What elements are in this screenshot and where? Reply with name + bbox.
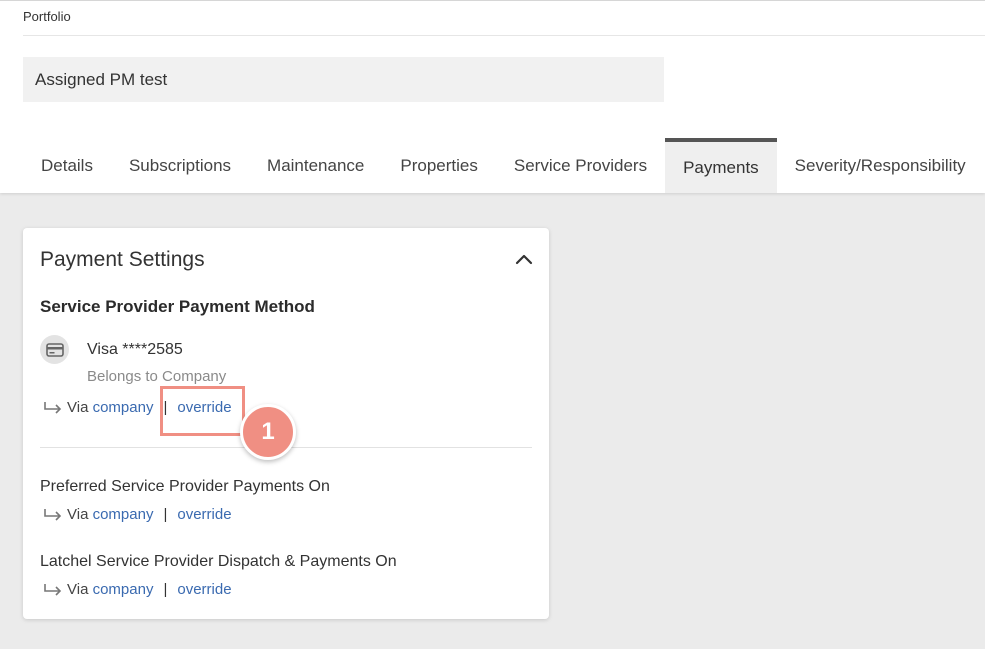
payment-method-name: Visa ****2585 xyxy=(87,341,183,358)
tab-service-providers[interactable]: Service Providers xyxy=(496,138,665,193)
preferred-payments-label: Preferred Service Provider Payments On xyxy=(40,478,330,495)
override-link[interactable]: override xyxy=(177,506,231,523)
header: Portfolio Details Subscriptions Maintena… xyxy=(0,0,985,193)
payment-method-owner: Belongs to Company xyxy=(87,368,227,385)
tab-bar: Details Subscriptions Maintenance Proper… xyxy=(23,138,984,193)
tab-details[interactable]: Details xyxy=(23,138,111,193)
separator: | xyxy=(163,506,168,523)
tab-subscriptions[interactable]: Subscriptions xyxy=(111,138,249,193)
via-row: Via company | override xyxy=(43,581,232,598)
tab-maintenance[interactable]: Maintenance xyxy=(249,138,382,193)
tab-payments[interactable]: Payments xyxy=(665,138,777,193)
section-title: Service Provider Payment Method xyxy=(40,297,315,316)
company-link[interactable]: company xyxy=(93,399,154,416)
company-link[interactable]: company xyxy=(93,581,154,598)
tab-severity-responsibility[interactable]: Severity/Responsibility xyxy=(777,138,984,193)
return-arrow-icon xyxy=(43,583,63,597)
company-link[interactable]: company xyxy=(93,506,154,523)
credit-card-icon xyxy=(40,335,69,364)
return-arrow-icon xyxy=(43,508,63,522)
via-label: Via xyxy=(67,506,89,523)
chevron-up-icon xyxy=(515,254,533,265)
breadcrumb[interactable]: Portfolio xyxy=(23,9,71,24)
override-link[interactable]: override xyxy=(177,581,231,598)
tab-properties[interactable]: Properties xyxy=(382,138,495,193)
step-badge: 1 xyxy=(240,404,296,460)
separator: | xyxy=(163,581,168,598)
via-row: Via company | override xyxy=(43,506,232,523)
card-title: Payment Settings xyxy=(40,248,205,271)
via-label: Via xyxy=(67,399,89,416)
header-divider xyxy=(23,35,985,36)
collapse-button[interactable] xyxy=(513,248,535,270)
via-label: Via xyxy=(67,581,89,598)
latchel-dispatch-label: Latchel Service Provider Dispatch & Paym… xyxy=(40,553,397,570)
return-arrow-icon xyxy=(43,401,63,415)
highlight-box xyxy=(160,386,245,436)
portfolio-name-input[interactable] xyxy=(23,57,664,102)
